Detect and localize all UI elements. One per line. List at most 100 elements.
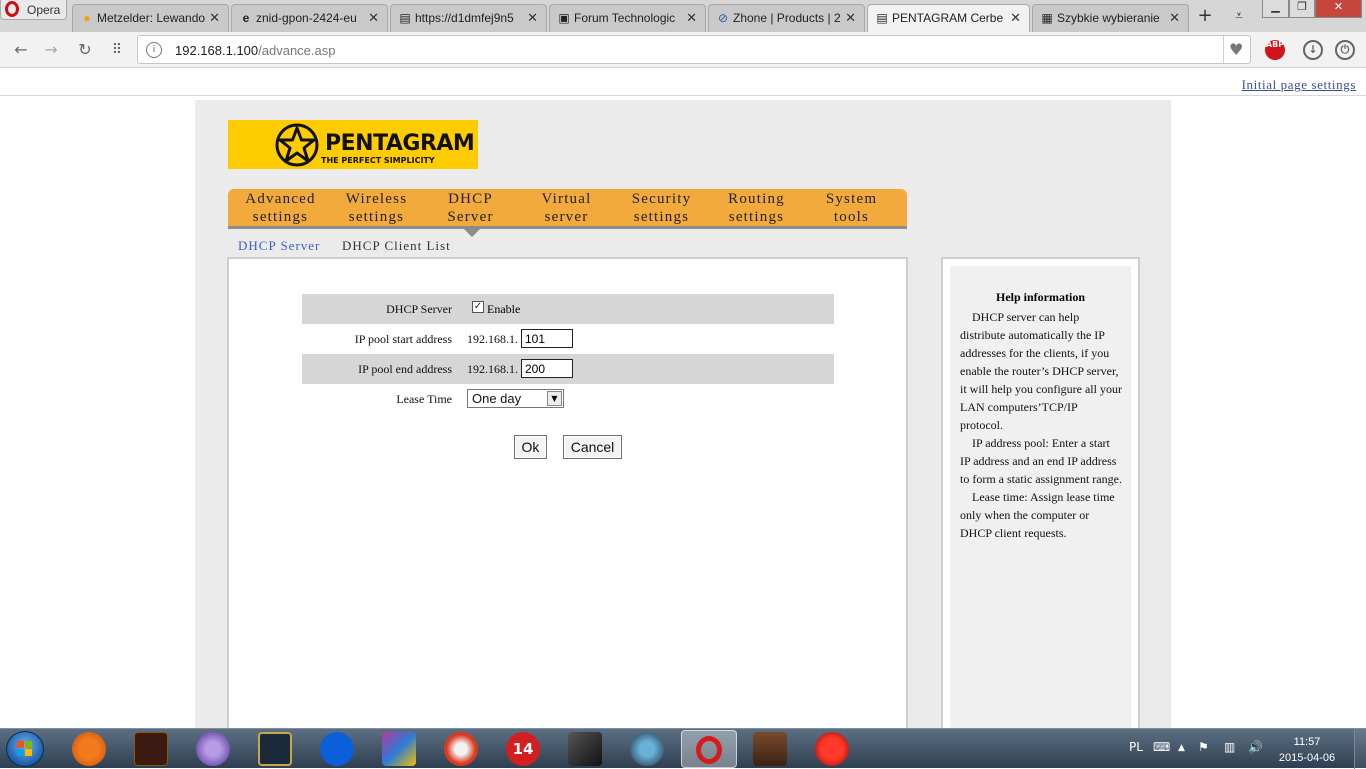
tab-close-icon[interactable]: ✕ (686, 10, 697, 26)
tab-title: Forum Technologic (574, 11, 676, 25)
divider (0, 95, 1366, 96)
enable-checkbox[interactable]: ✓ (472, 301, 484, 313)
pool-end-prefix: 192.168.1. (467, 362, 518, 376)
menu-routing-settings[interactable]: Routing settings (709, 190, 804, 226)
action-center-flag-icon[interactable]: ⚑ (1198, 740, 1209, 754)
lease-time-select[interactable]: One day ▼ (467, 389, 564, 408)
pool-start-input[interactable]: 101 (521, 329, 573, 348)
tray-expand-icon[interactable]: ▲ (1178, 743, 1185, 753)
menu-security-settings[interactable]: Security settings (614, 190, 709, 226)
forward-icon[interactable]: → (40, 39, 62, 61)
game-avatar-icon[interactable] (753, 732, 787, 766)
speed-dial-grid-icon[interactable]: ⠿ (106, 39, 128, 61)
menu-dhcp-server[interactable]: DHCP Server (423, 190, 518, 226)
tab-title: Szybkie wybieranie (1057, 11, 1160, 25)
tab-close-icon[interactable]: ✕ (209, 10, 220, 26)
url-host: 192.168.1.100 (175, 43, 259, 58)
main-menu: Advanced settings Wireless settings DHCP Se… (228, 189, 907, 229)
ccleaner-icon[interactable] (444, 732, 478, 766)
tab-close-icon[interactable]: ✕ (368, 10, 379, 26)
adblock-plus-icon[interactable]: ABP (1265, 40, 1285, 60)
help-box: Help information DHCP server can help di… (950, 266, 1131, 736)
metin-game-icon[interactable] (134, 732, 168, 766)
initial-page-settings-link[interactable]: Initial page settings (1242, 77, 1356, 93)
tab-speed-dial[interactable]: ▦ Szybkie wybieranie ✕ (1032, 4, 1189, 32)
tab-menu-icon[interactable]: ⩡ (1228, 6, 1250, 26)
keyboard-icon[interactable]: ⌨ (1153, 740, 1170, 754)
pool-end-input[interactable]: 200 (521, 359, 573, 378)
menu-system-tools[interactable]: System tools (804, 190, 899, 226)
tab-title: PENTAGRAM Cerbe (892, 11, 1004, 25)
help-text: DHCP server can help distribute automati… (960, 308, 1123, 542)
bookmark-heart-icon[interactable]: ♥ (1229, 40, 1243, 59)
malwarebytes-icon[interactable] (320, 732, 354, 766)
new-tab-icon[interactable]: + (1194, 6, 1216, 26)
pool-start-label: IP pool start address (354, 332, 452, 346)
tab-title: https://d1dmfej9n5 (415, 11, 514, 25)
tab-forum[interactable]: ▣ Forum Technologic ✕ (549, 4, 706, 32)
ekstraklasa-14-icon[interactable]: 14 (506, 732, 540, 766)
tab-zhone[interactable]: ⊘ Zhone | Products | 2 ✕ (708, 4, 865, 32)
tab-znid[interactable]: e znid-gpon-2424-eu ✕ (231, 4, 388, 32)
winamp-icon[interactable] (568, 732, 602, 766)
menu-advanced-settings[interactable]: Advanced settings (233, 190, 328, 226)
winrar-icon[interactable] (382, 732, 416, 766)
menu-wireless-settings[interactable]: Wireless settings (329, 190, 424, 226)
url-field[interactable]: i 192.168.1.100/advance.asp ♥ (137, 35, 1251, 64)
tab-close-icon[interactable]: ✕ (1010, 10, 1021, 26)
origin-icon[interactable] (72, 732, 106, 766)
help-paragraph: IP address pool: Enter a start IP addres… (960, 436, 1122, 486)
logo-brand: PENTAGRAM (325, 131, 475, 156)
close-window-icon[interactable]: ✕ (1315, 0, 1362, 18)
volume-icon[interactable]: 🔊 (1248, 740, 1263, 754)
red-sun-icon[interactable] (815, 732, 849, 766)
teamspeak-icon[interactable] (630, 732, 664, 766)
menu-line1: Wireless (345, 191, 408, 207)
opera-logo-icon (5, 1, 19, 17)
zhone-icon: ⊘ (717, 11, 729, 25)
reload-icon[interactable]: ↻ (74, 39, 96, 61)
start-button[interactable] (6, 731, 44, 767)
speed-dial-icon: ▦ (1041, 11, 1053, 25)
power-icon[interactable]: ⏻ (1335, 40, 1355, 60)
dhcp-server-label: DHCP Server (386, 302, 452, 316)
url-text: 192.168.1.100/advance.asp (175, 43, 335, 58)
menu-line1: Virtual (541, 191, 592, 207)
forum-icon: ▣ (558, 11, 570, 25)
enable-label: Enable (487, 302, 521, 316)
dhcp-server-row: DHCP Server ✓ Enable (302, 294, 834, 324)
submenu-dhcp-client-list[interactable]: DHCP Client List (342, 238, 451, 254)
help-paragraph: Lease time: Assign lease time only when … (960, 490, 1115, 540)
menu-virtual-server[interactable]: Virtual server (519, 190, 614, 226)
tab-metzelder[interactable]: ● Metzelder: Lewando ✕ (72, 4, 229, 32)
show-desktop-button[interactable] (1354, 729, 1366, 769)
site-info-icon[interactable]: i (146, 42, 162, 58)
tab-pentagram[interactable]: ▤ PENTAGRAM Cerbe ✕ (867, 4, 1030, 32)
menu-line2: Server (447, 209, 494, 225)
tab-close-icon[interactable]: ✕ (845, 10, 856, 26)
tab-close-icon[interactable]: ✕ (527, 10, 538, 26)
ok-button[interactable]: Ok (514, 435, 547, 459)
league-of-legends-icon[interactable] (258, 732, 292, 766)
url-path: /advance.asp (258, 43, 336, 58)
lease-time-value: One day (472, 391, 522, 406)
language-indicator[interactable]: PL (1129, 740, 1143, 754)
tab-title: Metzelder: Lewando (97, 11, 206, 25)
back-icon[interactable]: ← (10, 39, 32, 61)
menu-line1: Advanced (245, 191, 316, 207)
minimize-icon[interactable]: ▁ (1262, 0, 1289, 18)
submenu-dhcp-server[interactable]: DHCP Server (238, 238, 320, 254)
tab-close-icon[interactable]: ✕ (1169, 10, 1180, 26)
cancel-button[interactable]: Cancel (563, 435, 622, 459)
maximize-icon[interactable]: ❐ (1289, 0, 1315, 18)
browser-tab-bar: Opera ● Metzelder: Lewando ✕ e znid-gpon… (0, 0, 1366, 32)
tab-d1dmfej[interactable]: ▤ https://d1dmfej9n5 ✕ (390, 4, 547, 32)
bittorrent-icon[interactable] (196, 732, 230, 766)
lease-time-row: Lease Time One day ▼ (302, 384, 834, 414)
opera-taskbar-icon[interactable] (681, 730, 737, 768)
menu-line1: Security (631, 191, 692, 207)
network-icon[interactable]: ▥ (1224, 740, 1235, 754)
system-clock[interactable]: 11:57 2015-04-06 (1276, 734, 1338, 766)
download-icon[interactable]: ↓ (1303, 40, 1323, 60)
opera-menu-button[interactable]: Opera (0, 0, 67, 20)
